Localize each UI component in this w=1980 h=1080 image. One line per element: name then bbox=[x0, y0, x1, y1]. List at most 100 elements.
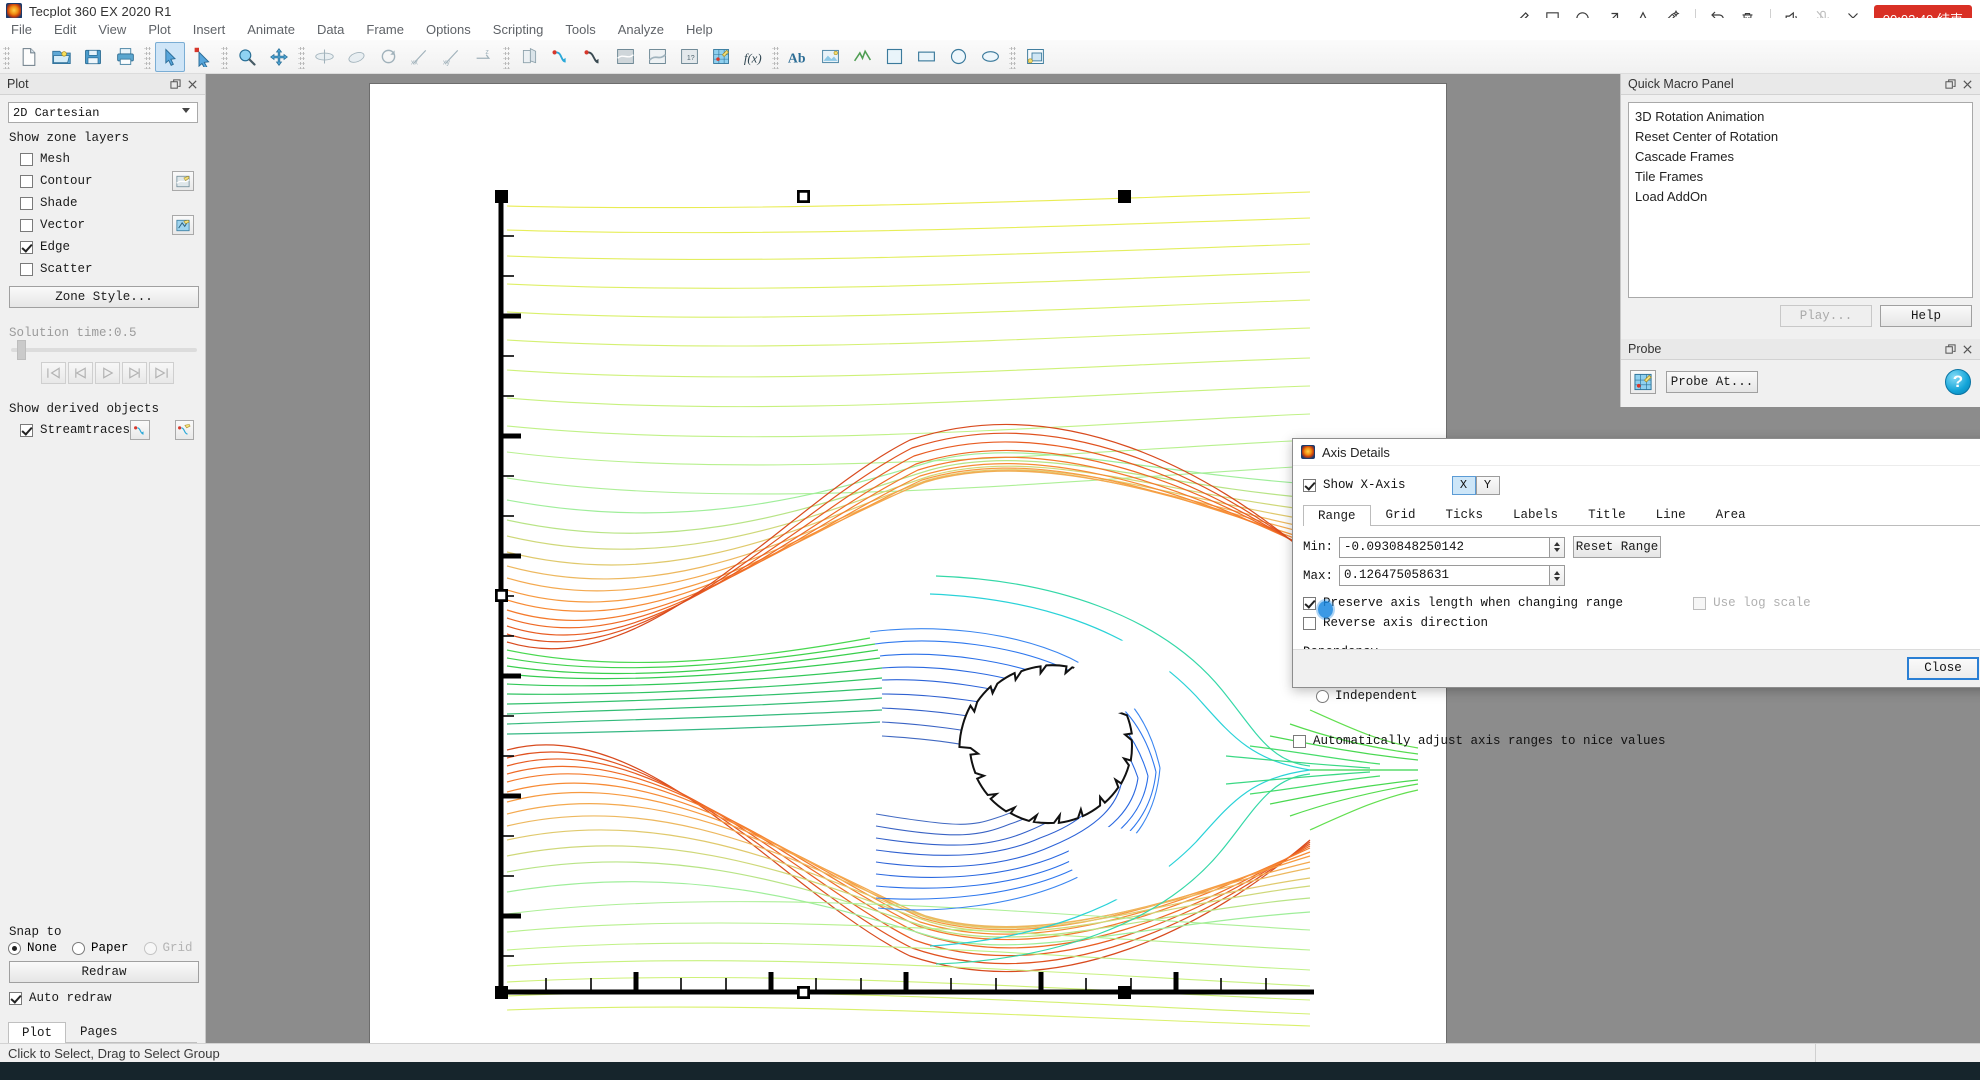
zone-layer-scatter[interactable]: Scatter bbox=[8, 258, 197, 280]
rotate-y-icon[interactable]: xy bbox=[437, 42, 467, 72]
zone-layer-shade[interactable]: Shade bbox=[8, 192, 197, 214]
extract-icon[interactable]: 1? bbox=[674, 42, 704, 72]
zone-layer-contour[interactable]: Contour bbox=[8, 170, 197, 192]
probe-icon[interactable] bbox=[706, 42, 736, 72]
ellipse-tool-icon[interactable] bbox=[975, 42, 1005, 72]
menu-edit[interactable]: Edit bbox=[43, 20, 87, 39]
contour-details-icon[interactable] bbox=[172, 171, 194, 191]
snap-paper-radio[interactable] bbox=[72, 941, 86, 955]
max-input[interactable]: 0.126475058631 bbox=[1339, 565, 1549, 586]
snap-paper-option[interactable]: Paper bbox=[72, 941, 129, 955]
menu-tools[interactable]: Tools bbox=[554, 20, 606, 39]
tab-ticks[interactable]: Ticks bbox=[1431, 504, 1499, 525]
select-arrow-icon[interactable] bbox=[155, 41, 185, 72]
toolbar-grip-6[interactable] bbox=[772, 44, 779, 69]
auto-redraw-row[interactable]: Auto redraw bbox=[8, 987, 197, 1009]
solution-time-slider-thumb[interactable] bbox=[17, 340, 26, 360]
rectangle-tool-icon[interactable] bbox=[911, 42, 941, 72]
handle-top-right[interactable] bbox=[1118, 190, 1131, 203]
max-spinner[interactable] bbox=[1549, 565, 1565, 586]
axis-dialog-titlebar[interactable]: Axis Details bbox=[1293, 439, 1980, 466]
undock-icon[interactable] bbox=[167, 76, 184, 93]
tab-title[interactable]: Title bbox=[1573, 504, 1641, 525]
preserve-axis-length-row[interactable]: Preserve axis length when changing range bbox=[1303, 593, 1623, 613]
toolbar-grip[interactable] bbox=[3, 44, 10, 69]
snap-none-radio[interactable] bbox=[8, 941, 21, 955]
streamtrace-rake-icon[interactable] bbox=[578, 42, 608, 72]
preserve-axis-length-checkbox[interactable] bbox=[1303, 596, 1316, 610]
circle-tool-icon[interactable] bbox=[943, 42, 973, 72]
toolbar-grip-3[interactable] bbox=[221, 44, 228, 69]
vector-checkbox[interactable] bbox=[20, 218, 33, 232]
polyline-tool-icon[interactable] bbox=[847, 42, 877, 72]
auto-adjust-checkbox[interactable] bbox=[1293, 734, 1306, 748]
min-spinner[interactable] bbox=[1549, 536, 1565, 558]
plot-paper[interactable] bbox=[370, 84, 1446, 1052]
rotate-roller-icon[interactable] bbox=[341, 42, 371, 72]
contour-checkbox[interactable] bbox=[20, 174, 33, 188]
independent-radio[interactable] bbox=[1316, 689, 1329, 703]
skip-to-last-icon[interactable] bbox=[149, 362, 174, 384]
step-forward-icon[interactable] bbox=[122, 362, 147, 384]
zone-style-button[interactable]: Zone Style... bbox=[9, 286, 199, 308]
text-tool-icon[interactable]: Ab bbox=[783, 42, 813, 72]
zone-layer-edge[interactable]: Edge bbox=[8, 236, 197, 258]
menu-plot[interactable]: Plot bbox=[137, 20, 181, 39]
menu-help[interactable]: Help bbox=[675, 20, 724, 39]
chevron-down-icon[interactable] bbox=[182, 108, 190, 113]
tab-labels[interactable]: Labels bbox=[1498, 504, 1573, 525]
menu-view[interactable]: View bbox=[87, 20, 137, 39]
axis-toggle-x[interactable]: X bbox=[1451, 475, 1476, 495]
rotate-x-icon[interactable]: xx bbox=[405, 42, 435, 72]
menu-frame[interactable]: Frame bbox=[355, 20, 415, 39]
axis-details-dialog[interactable]: Axis Details Show X-Axis X Y Range Grid … bbox=[1292, 438, 1980, 748]
streamtraces-checkbox[interactable] bbox=[20, 423, 33, 437]
save-icon[interactable] bbox=[78, 42, 108, 72]
macro-help-button[interactable]: Help bbox=[1880, 305, 1972, 327]
close-icon-qmp[interactable] bbox=[1959, 76, 1976, 93]
close-icon-probe[interactable] bbox=[1959, 341, 1976, 358]
iso-surface-icon[interactable] bbox=[642, 42, 672, 72]
macro-item-tile-frames[interactable]: Tile Frames bbox=[1635, 167, 1966, 187]
rotate-twist-icon[interactable] bbox=[373, 42, 403, 72]
shade-checkbox[interactable] bbox=[20, 196, 33, 210]
scatter-checkbox[interactable] bbox=[20, 262, 33, 276]
open-file-icon[interactable] bbox=[46, 42, 76, 72]
plot-type-select[interactable]: 2D Cartesian bbox=[8, 102, 198, 123]
toolbar-grip-2[interactable] bbox=[144, 44, 151, 69]
tab-plot[interactable]: Plot bbox=[8, 1022, 67, 1043]
tab-pages[interactable]: Pages bbox=[66, 1021, 132, 1042]
print-icon[interactable] bbox=[110, 42, 140, 72]
quick-macro-list[interactable]: 3D Rotation Animation Reset Center of Ro… bbox=[1628, 102, 1973, 298]
skip-to-first-icon[interactable] bbox=[41, 362, 66, 384]
undock-icon-probe[interactable] bbox=[1942, 341, 1959, 358]
menu-options[interactable]: Options bbox=[415, 20, 482, 39]
help-question-icon[interactable]: ? bbox=[1945, 369, 1971, 395]
tab-area[interactable]: Area bbox=[1701, 504, 1761, 525]
reverse-axis-row[interactable]: Reverse axis direction bbox=[1303, 613, 1980, 633]
undock-icon-qmp[interactable] bbox=[1942, 76, 1959, 93]
menu-scripting[interactable]: Scripting bbox=[482, 20, 555, 39]
equation-icon[interactable]: f(x) bbox=[738, 42, 768, 72]
mesh-checkbox[interactable] bbox=[20, 152, 33, 166]
axis-toggle-y[interactable]: Y bbox=[1475, 475, 1500, 495]
auto-adjust-row[interactable]: Automatically adjust axis ranges to nice… bbox=[1293, 731, 1666, 751]
vector-details-icon[interactable] bbox=[172, 215, 194, 235]
toolbar-grip-5[interactable] bbox=[503, 44, 510, 69]
show-axis-checkbox[interactable] bbox=[1303, 478, 1316, 492]
menu-file[interactable]: File bbox=[0, 20, 43, 39]
redraw-button[interactable]: Redraw bbox=[9, 961, 199, 983]
zone-layer-vector[interactable]: Vector bbox=[8, 214, 197, 236]
probe-at-button[interactable]: Probe At... bbox=[1666, 371, 1758, 393]
solution-time-slider[interactable] bbox=[11, 340, 197, 360]
macro-item-reset-center-of-rotation[interactable]: Reset Center of Rotation bbox=[1635, 127, 1966, 147]
menu-insert[interactable]: Insert bbox=[182, 20, 237, 39]
slice-icon[interactable] bbox=[514, 42, 544, 72]
pan-icon[interactable] bbox=[264, 42, 294, 72]
rotate-spherical-icon[interactable] bbox=[309, 42, 339, 72]
min-input[interactable]: -0.0930848250142 bbox=[1339, 536, 1549, 558]
streamtrace-icon[interactable] bbox=[546, 42, 576, 72]
menu-analyze[interactable]: Analyze bbox=[607, 20, 675, 39]
zoom-icon[interactable] bbox=[232, 42, 262, 72]
step-back-icon[interactable] bbox=[68, 362, 93, 384]
